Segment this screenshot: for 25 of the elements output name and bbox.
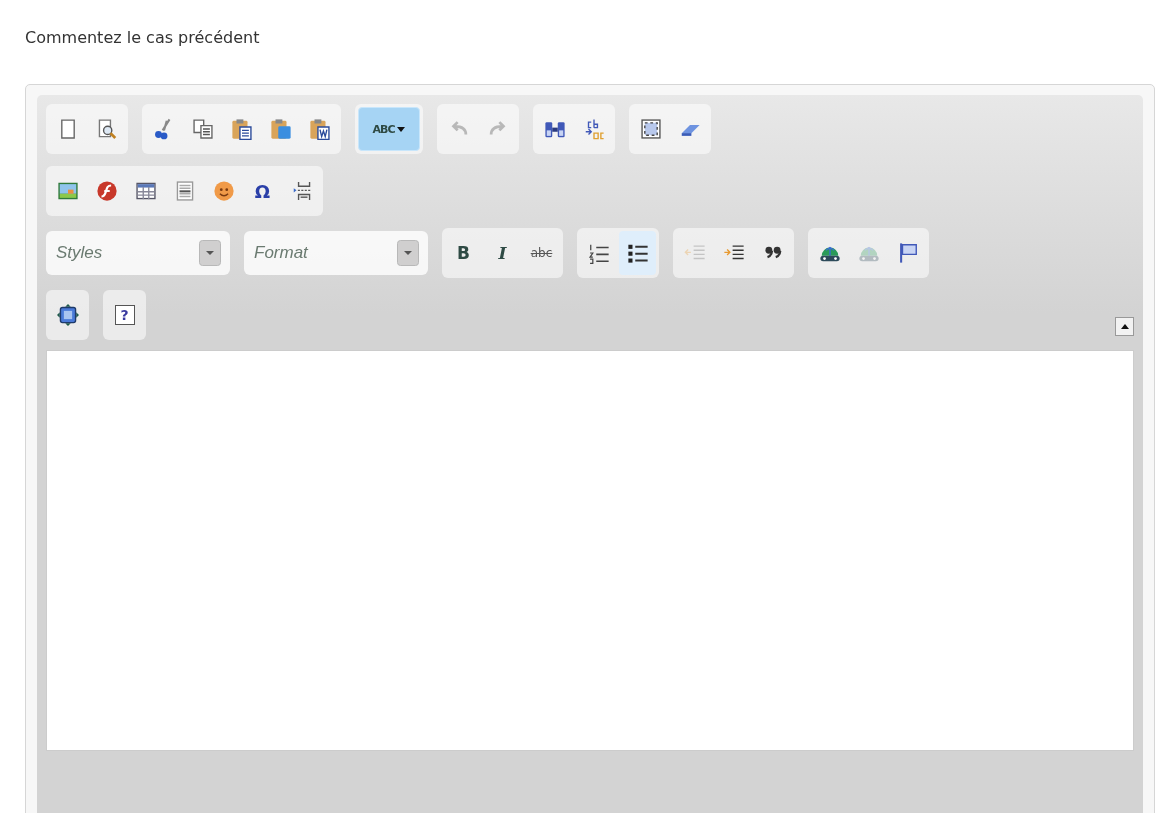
clipboard-icon: [308, 118, 331, 140]
collapse-toolbar-button[interactable]: [1115, 317, 1134, 336]
spellcheck-button[interactable]: ABC: [358, 107, 420, 151]
maximize-icon: [56, 304, 79, 326]
numbered-list-icon: [587, 242, 610, 264]
clipboard-icon: [269, 118, 292, 140]
italic-button[interactable]: I: [484, 231, 521, 275]
field-label: Commentez le cas précédent: [25, 28, 261, 49]
image-icon: [56, 180, 79, 202]
smiley-icon: [212, 180, 235, 202]
selection-icon: [639, 118, 662, 140]
clipboard-icon: [230, 118, 253, 140]
special-char-button[interactable]: Ω: [244, 169, 281, 213]
strike-button[interactable]: abc: [523, 231, 560, 275]
dropdown[interactable]: Styles: [46, 231, 230, 275]
dropdown[interactable]: Format: [244, 231, 428, 275]
flash-icon: [95, 180, 118, 202]
bullet-list-icon: [626, 242, 649, 264]
documents-icon: [191, 118, 214, 140]
table-icon: [134, 180, 157, 202]
caret-icon: [397, 126, 406, 132]
about-button[interactable]: ?: [106, 293, 143, 337]
collapse-icon: [1120, 324, 1129, 329]
bullet-list-button[interactable]: [619, 231, 656, 275]
bold-button[interactable]: B: [445, 231, 482, 275]
